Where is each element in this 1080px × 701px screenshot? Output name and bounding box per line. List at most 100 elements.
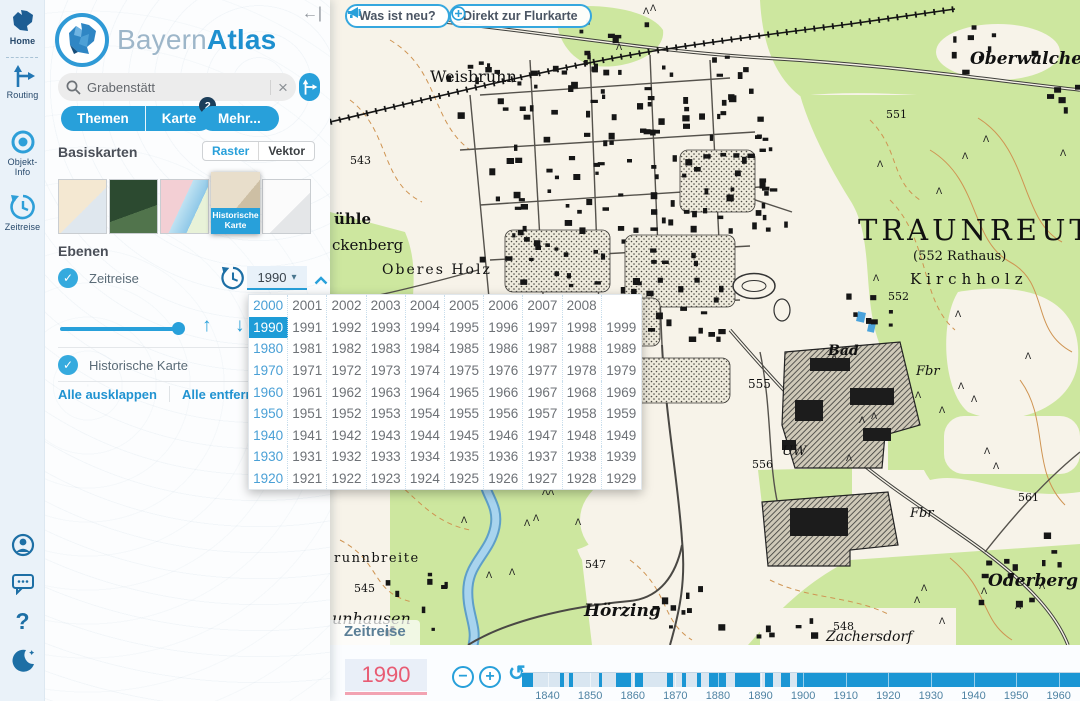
year-option[interactable]: 1995	[445, 317, 484, 339]
themen-button[interactable]: Themen	[61, 106, 145, 131]
year-option[interactable]: 1947	[523, 425, 562, 447]
year-option[interactable]: 1963	[367, 381, 406, 403]
year-option[interactable]: 1972	[327, 360, 366, 382]
search-input[interactable]	[87, 80, 263, 95]
timeline-bar[interactable]	[522, 672, 1080, 687]
year-option[interactable]: 1927	[523, 468, 562, 490]
year-option[interactable]: 2006	[484, 295, 523, 317]
year-option[interactable]: 1924	[406, 468, 445, 490]
year-option[interactable]: 1975	[445, 360, 484, 382]
sidebar-item-objekt-info[interactable]: Objekt-Info	[0, 129, 45, 177]
slider-handle[interactable]	[172, 322, 185, 335]
year-option[interactable]: 1978	[563, 360, 602, 382]
year-option[interactable]: 1990	[249, 317, 288, 339]
collapse-panel-icon[interactable]: ←|	[302, 6, 322, 22]
search-box[interactable]: ×	[58, 73, 296, 101]
sidebar-item-help[interactable]: ?	[0, 608, 45, 635]
year-option[interactable]: 1998	[563, 317, 602, 339]
year-option[interactable]: 1954	[406, 403, 445, 425]
app-logo[interactable]: BayernAtlas	[55, 13, 276, 67]
whats-new-button[interactable]: Was ist neu?	[345, 4, 450, 28]
year-option[interactable]: 1926	[484, 468, 523, 490]
year-option[interactable]: 1929	[602, 468, 641, 490]
basemap-thumb-grayscale[interactable]	[262, 179, 311, 234]
expand-all-link[interactable]: Alle ausklappen	[58, 387, 157, 402]
year-option[interactable]: 1967	[523, 381, 562, 403]
year-option[interactable]: 1921	[288, 468, 327, 490]
year-option[interactable]: 1923	[367, 468, 406, 490]
year-option[interactable]: 1962	[327, 381, 366, 403]
year-option[interactable]: 1950	[249, 403, 288, 425]
year-option[interactable]: 1934	[406, 446, 445, 468]
sidebar-item-account[interactable]	[0, 533, 45, 557]
year-option[interactable]: 1935	[445, 446, 484, 468]
collapse-layer-icon[interactable]	[314, 272, 328, 290]
year-option[interactable]: 1938	[563, 446, 602, 468]
year-option[interactable]: 1970	[249, 360, 288, 382]
year-option[interactable]: 1944	[406, 425, 445, 447]
year-option[interactable]: 1980	[249, 338, 288, 360]
sidebar-item-routing[interactable]: Routing	[0, 64, 45, 100]
routing-search-button[interactable]	[299, 73, 320, 101]
year-option[interactable]: 1971	[288, 360, 327, 382]
year-option[interactable]: 2004	[406, 295, 445, 317]
year-option[interactable]: 1976	[484, 360, 523, 382]
sidebar-item-night-mode[interactable]	[0, 648, 45, 674]
year-option[interactable]: 1956	[484, 403, 523, 425]
year-option[interactable]: 1983	[367, 338, 406, 360]
year-option[interactable]: 1957	[523, 403, 562, 425]
year-option[interactable]: 1936	[484, 446, 523, 468]
flurkarte-button[interactable]: Direkt zur Flurkarte	[449, 4, 592, 28]
year-option[interactable]: 1985	[445, 338, 484, 360]
year-option[interactable]: 1966	[484, 381, 523, 403]
year-option[interactable]: 1997	[523, 317, 562, 339]
year-option[interactable]: 1955	[445, 403, 484, 425]
year-option[interactable]: 1948	[563, 425, 602, 447]
year-option[interactable]: 1964	[406, 381, 445, 403]
year-option[interactable]: 1941	[288, 425, 327, 447]
year-option[interactable]: 1993	[367, 317, 406, 339]
year-option[interactable]: 1920	[249, 468, 288, 490]
year-option[interactable]: 1982	[327, 338, 366, 360]
year-option[interactable]: 1965	[445, 381, 484, 403]
clear-search-icon[interactable]: ×	[278, 79, 288, 96]
year-option[interactable]: 1959	[602, 403, 641, 425]
year-option[interactable]: 1969	[602, 381, 641, 403]
year-option[interactable]: 2005	[445, 295, 484, 317]
year-option[interactable]: 1979	[602, 360, 641, 382]
year-option[interactable]: 2007	[523, 295, 562, 317]
historische-checkbox[interactable]: ✓	[58, 355, 78, 375]
year-option[interactable]: 2008	[563, 295, 602, 317]
timeline-zoom-in-button[interactable]: +	[479, 666, 501, 688]
move-layer-down-button[interactable]: ↓	[235, 315, 245, 337]
year-option[interactable]: 1973	[367, 360, 406, 382]
timeline-zoom-out-button[interactable]: −	[452, 666, 474, 688]
year-option[interactable]: 1942	[327, 425, 366, 447]
year-option[interactable]: 1996	[484, 317, 523, 339]
year-option[interactable]: 1945	[445, 425, 484, 447]
year-option[interactable]: 1953	[367, 403, 406, 425]
year-option[interactable]: 1987	[523, 338, 562, 360]
basemap-thumb-colored[interactable]	[160, 179, 209, 234]
year-option[interactable]: 1928	[563, 468, 602, 490]
year-option[interactable]: 1943	[367, 425, 406, 447]
year-option[interactable]: 2003	[367, 295, 406, 317]
year-option[interactable]: 1994	[406, 317, 445, 339]
year-option[interactable]: 1949	[602, 425, 641, 447]
layer-history-icon[interactable]	[221, 266, 245, 295]
year-option[interactable]: 1933	[367, 446, 406, 468]
year-option[interactable]: 1931	[288, 446, 327, 468]
year-option[interactable]: 1940	[249, 425, 288, 447]
year-option[interactable]: 2000	[249, 295, 288, 317]
year-option[interactable]: 1989	[602, 338, 641, 360]
year-option[interactable]: 1932	[327, 446, 366, 468]
year-option[interactable]: 1986	[484, 338, 523, 360]
raster-option[interactable]: Raster	[203, 142, 258, 160]
year-option[interactable]: 1951	[288, 403, 327, 425]
basemap-thumb-aerial[interactable]	[109, 179, 158, 234]
year-option[interactable]: 1961	[288, 381, 327, 403]
year-select[interactable]: 1990 ▾	[247, 266, 307, 290]
year-option[interactable]: 1939	[602, 446, 641, 468]
year-option[interactable]: 1968	[563, 381, 602, 403]
year-option[interactable]: 2002	[327, 295, 366, 317]
